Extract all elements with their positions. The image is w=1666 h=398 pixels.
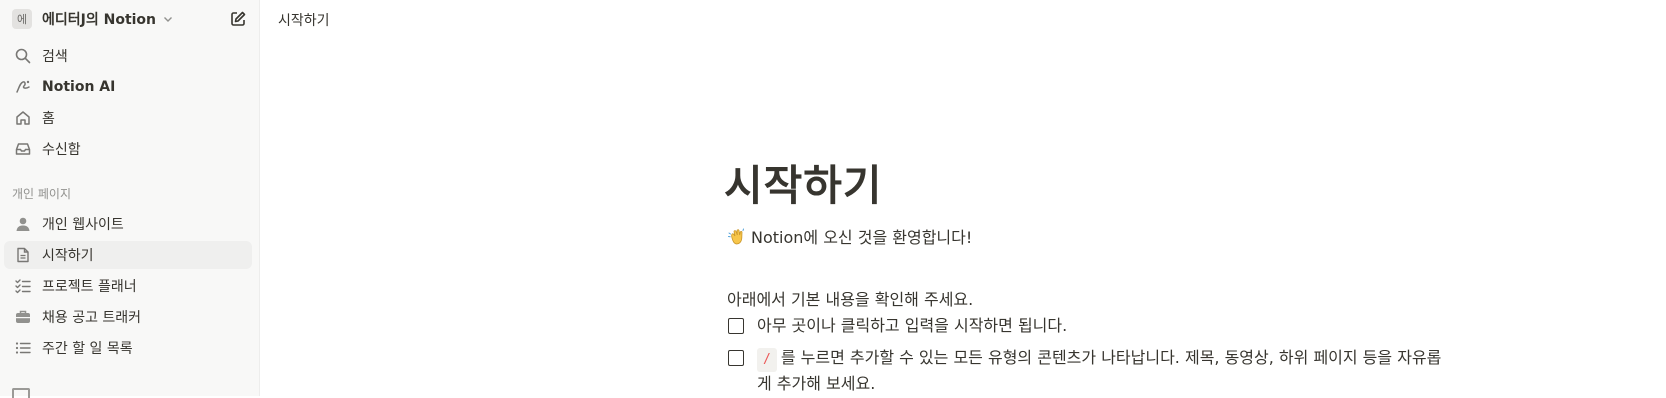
sidebar-item-label: 주간 할 일 목록	[42, 341, 133, 357]
sidebar-item-label: 채용 공고 트래커	[42, 310, 142, 326]
todo-text-body: 를 누르면 추가할 수 있는 모든 유형의 콘텐츠가 나타납니다. 제목, 동영…	[757, 348, 1442, 393]
workspace-name: 에디터J의 Notion	[42, 12, 157, 28]
sidebar-item-label: 프로젝트 플래너	[42, 279, 137, 295]
welcome-line[interactable]: Notion에 오신 것을 환영합니다!	[727, 224, 972, 248]
todo-text[interactable]: / 를 누르면 추가할 수 있는 모든 유형의 콘텐츠가 나타납니다. 제목, 동…	[757, 346, 1448, 396]
section-title-private[interactable]: 개인 페이지	[12, 185, 71, 202]
workspace-switcher[interactable]: 에 에디터J의 Notion	[10, 6, 248, 32]
page-icon	[13, 245, 33, 265]
search-icon	[13, 46, 33, 66]
briefcase-icon	[13, 307, 33, 327]
todo-checkbox[interactable]	[728, 350, 744, 366]
sidebar-item-getting-started[interactable]: 시작하기	[4, 241, 252, 269]
sidebar-item-label: 시작하기	[42, 248, 94, 264]
sidebar-item-label: 개인 웹사이트	[42, 217, 124, 233]
sidebar-item-project-planner[interactable]: 프로젝트 플래너	[4, 272, 252, 300]
inbox-icon	[13, 139, 33, 159]
todo-item: 아무 곳이나 클릭하고 입력을 시작하면 됩니다.	[728, 314, 1448, 338]
checklist-icon	[13, 276, 33, 296]
inline-code: /	[757, 348, 777, 372]
todo-item: / 를 누르면 추가할 수 있는 모든 유형의 콘텐츠가 나타납니다. 제목, 동…	[728, 346, 1448, 396]
notion-ai-icon	[13, 77, 33, 97]
topbar: 시작하기	[260, 0, 1666, 36]
home-icon	[13, 108, 33, 128]
list-icon	[13, 338, 33, 358]
welcome-text: Notion에 오신 것을 환영합니다!	[751, 228, 973, 247]
page-title[interactable]: 시작하기	[724, 152, 883, 213]
sidebar-item-home[interactable]: 홈	[4, 104, 252, 132]
new-page-icon[interactable]	[228, 9, 248, 29]
sidebar-item-personal-website[interactable]: 개인 웹사이트	[4, 210, 252, 238]
sidebar-item-label: 홈	[42, 111, 55, 127]
sidebar-item-job-tracker[interactable]: 채용 공고 트래커	[4, 303, 252, 331]
sidebar-item-label: Notion AI	[42, 79, 116, 95]
sidebar-item-label: 수신함	[42, 142, 81, 158]
waving-hand-icon	[728, 228, 744, 245]
sidebar-item-notion-ai[interactable]: Notion AI	[4, 73, 252, 101]
chevron-down-icon	[164, 17, 173, 22]
breadcrumb[interactable]: 시작하기	[278, 10, 330, 30]
sidebar-item-weekly-todo[interactable]: 주간 할 일 목록	[4, 334, 252, 362]
todo-text[interactable]: 아무 곳이나 클릭하고 입력을 시작하면 됩니다.	[757, 314, 1067, 338]
person-icon	[13, 214, 33, 234]
sidebar-item-search[interactable]: 검색	[4, 42, 252, 70]
partial-icon	[12, 388, 30, 398]
sidebar: 에 에디터J의 Notion 검색 Notion AI 홈 수신함 개인 페이지	[0, 0, 260, 398]
workspace-avatar: 에	[12, 9, 32, 29]
sidebar-item-inbox[interactable]: 수신함	[4, 135, 252, 163]
todo-checkbox[interactable]	[728, 318, 744, 334]
intro-text[interactable]: 아래에서 기본 내용을 확인해 주세요.	[727, 286, 973, 310]
sidebar-item-label: 검색	[42, 49, 68, 65]
